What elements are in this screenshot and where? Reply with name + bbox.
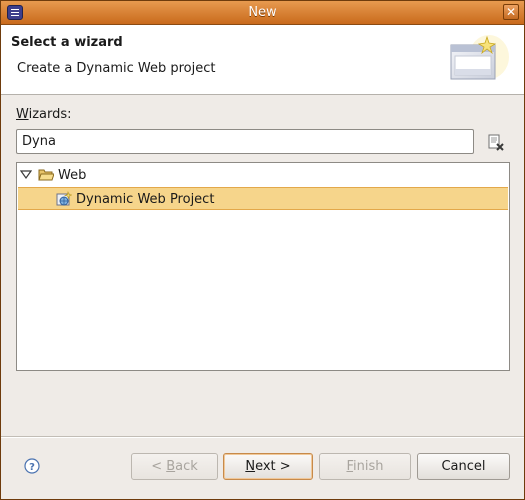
- new-wizard-dialog: New ✕ Select a wizard Create a Dynamic W…: [0, 0, 525, 500]
- close-button[interactable]: ✕: [503, 4, 519, 20]
- new-wizard-banner-icon: [450, 35, 509, 80]
- finish-button-rest: inish: [353, 459, 384, 474]
- next-button-mnemonic: N: [245, 459, 256, 474]
- cancel-button[interactable]: Cancel: [417, 453, 510, 480]
- tree-item-dynamic-web-project[interactable]: Dynamic Web Project: [18, 187, 508, 210]
- wizards-label: Wizards:: [16, 107, 72, 122]
- wizard-header: Select a wizard Create a Dynamic Web pro…: [1, 25, 524, 95]
- finish-button[interactable]: Finish: [319, 453, 411, 480]
- wizard-tree[interactable]: Web Dynamic Web Project: [16, 162, 510, 371]
- back-button[interactable]: < Back: [131, 453, 218, 480]
- title-bar[interactable]: New ✕: [1, 1, 524, 25]
- chevron-down-icon[interactable]: [20, 170, 32, 180]
- next-button[interactable]: Next >: [223, 453, 313, 480]
- page-description: Create a Dynamic Web project: [17, 61, 216, 76]
- clear-filter-icon[interactable]: [487, 134, 505, 152]
- back-button-prefix: <: [151, 459, 167, 474]
- tree-item-label: Dynamic Web Project: [76, 192, 215, 207]
- wizards-label-text: izards:: [28, 107, 72, 122]
- next-button-rest: ext >: [255, 459, 291, 474]
- page-title: Select a wizard: [11, 35, 123, 50]
- back-button-mnemonic: B: [166, 459, 176, 474]
- wizards-label-mnemonic: W: [16, 107, 29, 122]
- tree-item-web[interactable]: Web: [18, 164, 508, 187]
- wizard-filter-input[interactable]: [16, 129, 474, 154]
- svg-text:?: ?: [29, 462, 35, 473]
- back-button-rest: ack: [175, 459, 198, 474]
- footer-separator: [1, 436, 524, 438]
- window-title: New: [248, 5, 277, 20]
- tree-item-label: Web: [58, 168, 87, 183]
- web-project-icon: [56, 191, 72, 206]
- folder-open-icon: [38, 169, 54, 181]
- help-icon[interactable]: ?: [24, 458, 40, 474]
